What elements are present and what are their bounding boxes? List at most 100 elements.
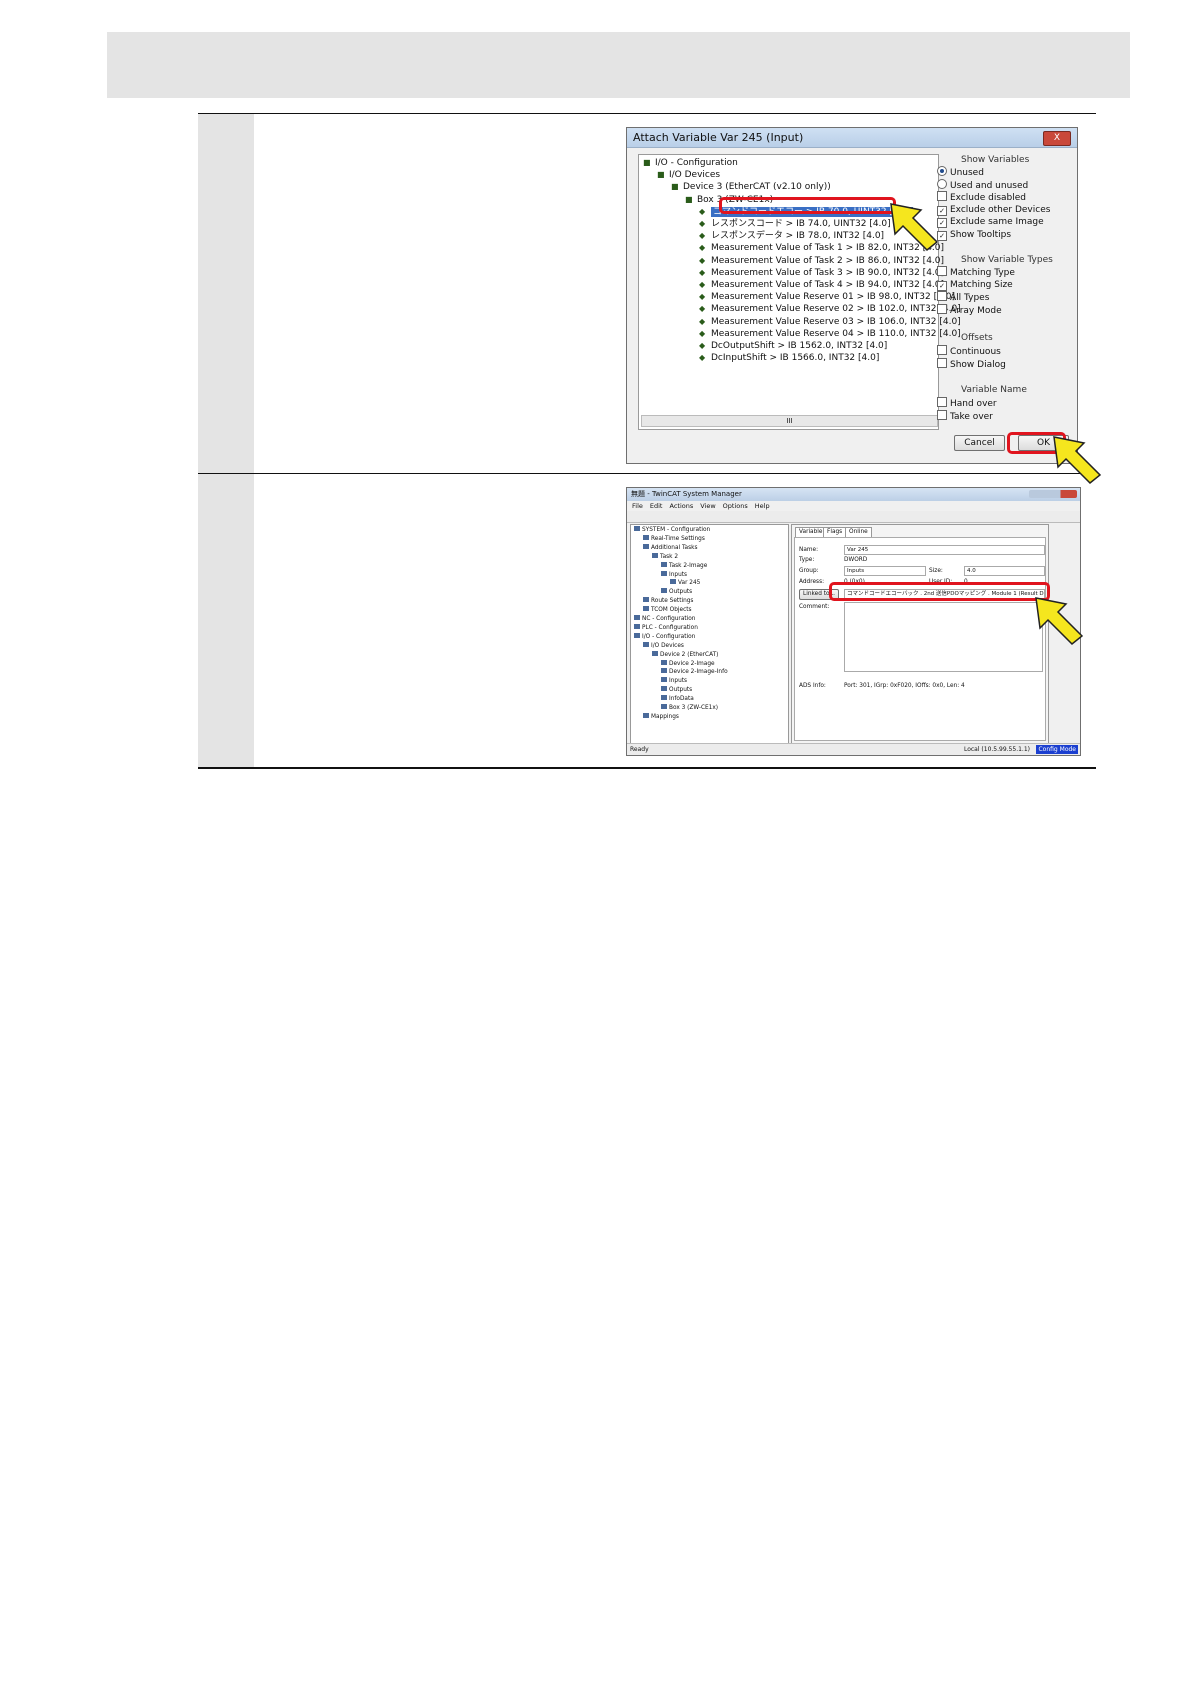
- node-icon: [661, 704, 667, 709]
- tree-item[interactable]: ◆ Measurement Value of Task 4 > IB 94.0, …: [699, 279, 944, 291]
- menu-view[interactable]: View: [700, 502, 715, 510]
- option-show_variables-2[interactable]: Exclude disabled: [937, 191, 1026, 204]
- checkbox-icon[interactable]: [937, 357, 947, 368]
- tree-item-label: SYSTEM - Configuration: [642, 527, 711, 533]
- highlight-linked-to: [829, 582, 1050, 601]
- option-show_types-0[interactable]: Matching Type: [937, 266, 1015, 279]
- tree-item[interactable]: ■ Device 3 (EtherCAT (v2.10 only)): [671, 181, 831, 193]
- checkbox-icon[interactable]: [937, 410, 947, 420]
- menu-file[interactable]: File: [632, 502, 643, 510]
- tree-item-label: Measurement Value of Task 2 > IB 86.0, I…: [711, 255, 945, 266]
- name-field[interactable]: Var 245: [844, 545, 1045, 555]
- checkbox-icon[interactable]: ✓: [937, 280, 947, 291]
- horizontal-scrollbar[interactable]: III: [641, 415, 938, 427]
- tree-item[interactable]: TCOM Objects: [643, 606, 692, 615]
- tree-item[interactable]: ◆ Measurement Value Reserve 02 > IB 102.0…: [699, 303, 961, 315]
- option-varname-1[interactable]: Take over: [937, 410, 993, 423]
- tree-item[interactable]: Outputs: [661, 588, 692, 597]
- tree-item[interactable]: Additional Tasks: [643, 543, 697, 553]
- variable-icon: ◆: [699, 206, 706, 216]
- menu-edit[interactable]: Edit: [650, 502, 663, 510]
- checkbox-icon[interactable]: [937, 266, 947, 276]
- tree-item[interactable]: ◆ Measurement Value Reserve 04 > IB 110.0…: [699, 328, 961, 340]
- option-show_variables-1[interactable]: Used and unused: [937, 178, 1028, 192]
- table-top-rule: [198, 113, 1096, 114]
- tree-item[interactable]: Task 2-Image: [661, 561, 707, 571]
- tree-item[interactable]: ◆ DcOutputShift > IB 1562.0, INT32 [4.0]: [699, 340, 887, 352]
- checkbox-icon[interactable]: [937, 303, 947, 314]
- option-show_types-3[interactable]: Array Mode: [937, 303, 1002, 317]
- pointer-arrow-icon: [1053, 436, 1102, 485]
- tree-item[interactable]: SYSTEM - Configuration: [634, 526, 710, 535]
- option-label: Hand over: [950, 399, 997, 409]
- radio-icon[interactable]: [937, 178, 947, 189]
- variable-tree[interactable]: ■ I/O - Configuration ■ I/O Devices ■ Device …: [638, 154, 961, 430]
- solution-tree[interactable]: SYSTEM - Configuration Real-Time Settings…: [630, 524, 789, 744]
- tree-item[interactable]: Box 3 (ZW-CE1x): [661, 704, 718, 713]
- option-label: Unused: [950, 168, 984, 178]
- tree-item[interactable]: Inputs: [661, 677, 687, 686]
- menu-actions[interactable]: Actions: [669, 502, 693, 510]
- option-varname-0[interactable]: Hand over: [937, 397, 997, 410]
- comment-field[interactable]: [844, 602, 1043, 672]
- tree-item[interactable]: I/O - Configuration: [634, 632, 695, 642]
- node-icon: [661, 686, 667, 692]
- node-icon: [652, 650, 658, 656]
- option-offsets-1[interactable]: Show Dialog: [937, 357, 1006, 371]
- option-offsets-0[interactable]: Continuous: [937, 345, 1001, 358]
- tree-item[interactable]: ■ I/O Devices: [657, 169, 720, 181]
- header-band: [107, 32, 1130, 98]
- checkbox-icon[interactable]: [937, 191, 947, 202]
- tree-item[interactable]: ◆ Measurement Value Reserve 03 > IB 106.0…: [699, 316, 961, 328]
- menu-help[interactable]: Help: [755, 502, 770, 510]
- tree-item[interactable]: Outputs: [661, 686, 692, 695]
- size-label: Size:: [929, 568, 943, 574]
- tree-item[interactable]: ◆ Measurement Value Reserve 01 > IB 98.0,…: [699, 291, 955, 303]
- variable-icon: ◆: [699, 328, 706, 338]
- checkbox-icon[interactable]: [937, 397, 947, 407]
- tree-item[interactable]: ◆ DcInputShift > IB 1566.0, INT32 [4.0]: [699, 352, 879, 364]
- variable-icon: ◆: [699, 316, 706, 326]
- radio-icon[interactable]: [937, 166, 947, 176]
- checkbox-icon[interactable]: [937, 345, 947, 355]
- tree-item[interactable]: ◆ レスポンスデータ > IB 78.0, INT32 [4.0]: [699, 230, 884, 242]
- tree-item[interactable]: ◆ Measurement Value of Task 2 > IB 86.0, …: [699, 255, 944, 267]
- tree-item[interactable]: Route Settings: [643, 597, 693, 606]
- tree-item[interactable]: ◆ レスポンスコード > IB 74.0, UINT32 [4.0]: [699, 218, 891, 230]
- status-bar: Ready Local (10.5.99.55.1.1) Config Mode: [627, 743, 1080, 755]
- tree-item[interactable]: Real-Time Settings: [643, 534, 705, 544]
- tree-item[interactable]: Mappings: [643, 712, 679, 722]
- option-show_types-1[interactable]: ✓ Matching Size: [937, 279, 1013, 291]
- tree-item[interactable]: NC - Configuration: [634, 615, 695, 624]
- tree-item[interactable]: Task 2: [652, 552, 678, 562]
- tree-item-label: Real-Time Settings: [651, 535, 705, 542]
- tree-item[interactable]: Inputs: [661, 570, 687, 580]
- node-icon: [643, 597, 649, 603]
- window-controls-icon[interactable]: [1029, 490, 1077, 498]
- option-show_variables-0[interactable]: Unused: [937, 166, 984, 179]
- tree-item[interactable]: Device 2-Image: [661, 659, 715, 669]
- option-label: Show Dialog: [950, 359, 1006, 370]
- tree-item[interactable]: PLC - Configuration: [634, 623, 698, 633]
- tree-item[interactable]: ■ I/O - Configuration: [643, 157, 738, 169]
- tree-item[interactable]: Device 2-Image-Info: [661, 668, 728, 677]
- option-show_types-2[interactable]: All Types: [937, 291, 989, 304]
- cancel-button[interactable]: Cancel: [954, 435, 1005, 451]
- node-icon: [661, 668, 667, 674]
- tree-item[interactable]: Device 2 (EtherCAT): [652, 650, 719, 660]
- tree-item-label: Box 3 (ZW-CE1x): [669, 705, 719, 711]
- option-show_variables-5[interactable]: ✓ Show Tooltips: [937, 229, 1011, 241]
- tree-item[interactable]: InfoData: [661, 695, 694, 704]
- window-title: 無題 - TwinCAT System Manager: [631, 490, 742, 498]
- tree-item[interactable]: I/O Devices: [643, 641, 684, 651]
- tree-item[interactable]: Var 245: [670, 579, 700, 588]
- pointer-arrow-icon: [1035, 597, 1084, 646]
- tree-item-label: Device 2 (EtherCAT): [660, 651, 719, 658]
- close-icon[interactable]: X: [1043, 131, 1071, 146]
- checkbox-icon[interactable]: [937, 291, 947, 302]
- tree-item-label: Device 2-Image: [669, 660, 715, 667]
- option-show_variables-4[interactable]: ✓ Exclude same Image: [937, 216, 1044, 229]
- menu-options[interactable]: Options: [723, 502, 748, 510]
- option-show_variables-3[interactable]: ✓ Exclude other Devices: [937, 204, 1050, 216]
- tree-item[interactable]: ◆ Measurement Value of Task 3 > IB 90.0, …: [699, 267, 944, 279]
